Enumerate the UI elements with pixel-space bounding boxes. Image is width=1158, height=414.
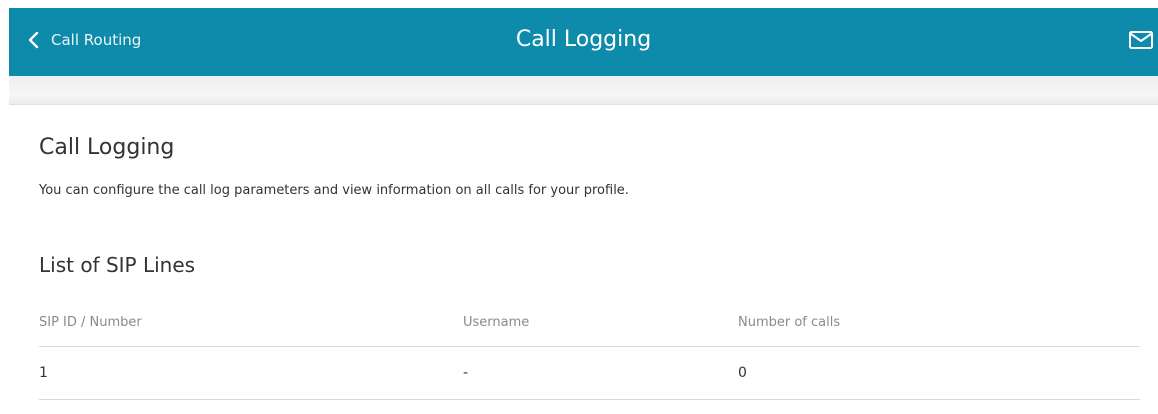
cell-username: -: [463, 365, 469, 381]
sip-lines-title: List of SIP Lines: [39, 253, 196, 277]
main-content: Call Logging You can configure the call …: [9, 105, 1158, 414]
toolbar-strip: [9, 76, 1158, 105]
page: Call Routing Call Logging Call Logging Y…: [0, 0, 1158, 414]
column-header-username: Username: [463, 314, 530, 330]
back-button-label: Call Routing: [51, 31, 142, 49]
chevron-left-icon: [28, 31, 39, 49]
section-title: Call Logging: [39, 135, 175, 160]
back-button[interactable]: Call Routing: [25, 8, 141, 72]
cell-sip-id: 1: [39, 365, 48, 381]
envelope-icon: [1129, 31, 1153, 49]
column-header-sip-id: SIP ID / Number: [39, 314, 142, 330]
table-header: SIP ID / Number Username Number of calls: [39, 298, 1140, 347]
page-header-title: Call Logging: [515, 27, 652, 52]
column-header-number-of-calls: Number of calls: [738, 314, 841, 330]
notifications-button[interactable]: [1128, 29, 1154, 51]
table-row[interactable]: 1 - 0: [39, 347, 1140, 400]
cell-number-of-calls: 0: [738, 365, 747, 381]
section-description: You can configure the call log parameter…: [39, 183, 629, 198]
top-bar: Call Routing Call Logging: [9, 8, 1158, 76]
sip-lines-table: SIP ID / Number Username Number of calls…: [39, 298, 1140, 400]
